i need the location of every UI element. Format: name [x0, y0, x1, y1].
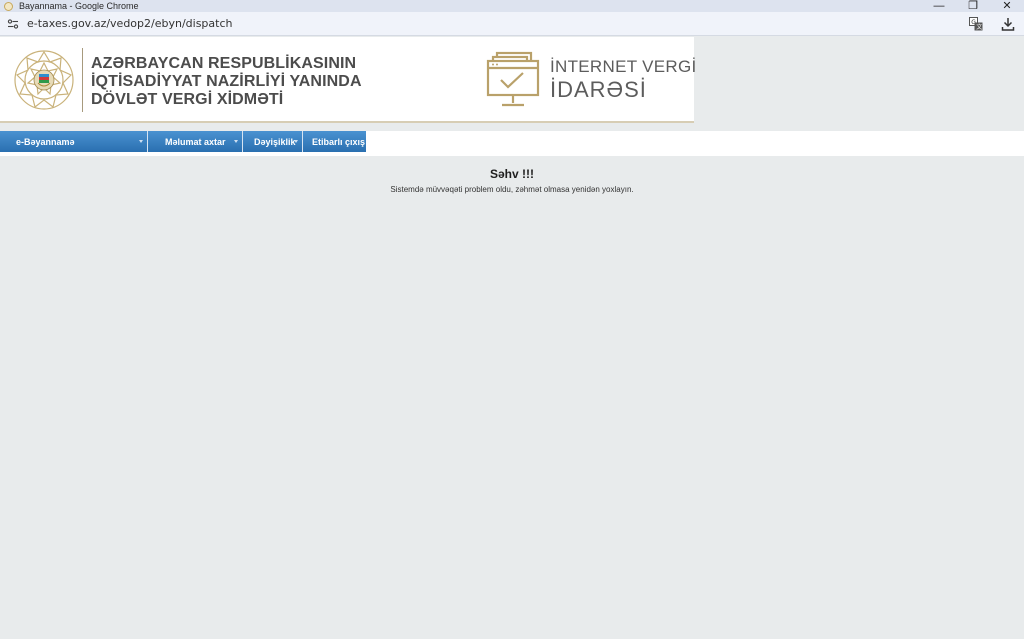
- address-bar: e-taxes.gov.az/vedop2/ebyn/dispatch G 文: [0, 12, 1024, 36]
- restore-icon[interactable]: ❐: [956, 0, 990, 12]
- window-controls: — ❐ ✕: [922, 0, 1024, 12]
- portal-name-line: İNTERNET VERGİ: [550, 57, 697, 76]
- menu-item-e-beyanname[interactable]: e-Bəyannamə: [0, 131, 148, 152]
- portal-name-line: İDARƏSİ: [550, 77, 647, 102]
- dropdown-arrow-icon: [139, 140, 143, 143]
- dropdown-arrow-icon: [294, 140, 298, 143]
- menu-strip: e-Bəyannamə Məlumat axtar Dəyişiklik Eti…: [0, 131, 1024, 156]
- organization-name: AZƏRBAYCAN RESPUBLİKASININ İQTİSADİYYAT …: [91, 55, 362, 109]
- org-name-line: AZƏRBAYCAN RESPUBLİKASININ: [91, 55, 357, 72]
- url-field[interactable]: e-taxes.gov.az/vedop2/ebyn/dispatch: [27, 17, 232, 30]
- menu-item-label: Məlumat axtar: [165, 136, 226, 147]
- main-menu: e-Bəyannamə Məlumat axtar Dəyişiklik Eti…: [0, 131, 366, 152]
- menu-item-melumat-axtar[interactable]: Məlumat axtar: [148, 131, 243, 152]
- error-title: Səhv !!!: [489, 167, 534, 181]
- site-header-banner: AZƏRBAYCAN RESPUBLİKASININ İQTİSADİYYAT …: [0, 37, 697, 123]
- window-title: Bayannama - Google Chrome: [19, 1, 139, 11]
- menu-item-label: Etibarlı çıxış: [312, 136, 366, 147]
- translate-icon[interactable]: G 文: [968, 16, 984, 32]
- download-icon[interactable]: [1000, 16, 1016, 32]
- minimize-icon[interactable]: —: [922, 0, 956, 12]
- site-info-icon[interactable]: [6, 17, 20, 31]
- portal-name: İNTERNET VERGİ İDARƏSİ: [550, 57, 697, 103]
- close-icon[interactable]: ✕: [990, 0, 1024, 12]
- error-message: Sistemdə müvvəqəti problem oldu, zəhmət …: [390, 185, 634, 194]
- toolbar-icons: G 文: [968, 16, 1016, 32]
- org-name-line: İQTİSADİYYAT NAZİRLİYİ YANINDA: [91, 73, 362, 90]
- browser-titlebar: Bayannama - Google Chrome — ❐ ✕: [0, 0, 1024, 12]
- svg-text:文: 文: [976, 23, 982, 31]
- dropdown-arrow-icon: [234, 140, 238, 143]
- site-favicon-icon: [4, 1, 13, 11]
- computer-monitor-icon: [486, 51, 540, 107]
- state-emblem-icon: [14, 50, 74, 110]
- menu-item-label: e-Bəyannamə: [16, 136, 75, 147]
- menu-item-deyisiklik[interactable]: Dəyişiklik: [243, 131, 303, 152]
- menu-item-label: Dəyişiklik: [254, 136, 296, 147]
- org-name-line: DÖVLƏT VERGİ XİDMƏTİ: [91, 91, 284, 108]
- banner-divider: [82, 48, 83, 112]
- menu-item-logout[interactable]: Etibarlı çıxış: [303, 131, 366, 152]
